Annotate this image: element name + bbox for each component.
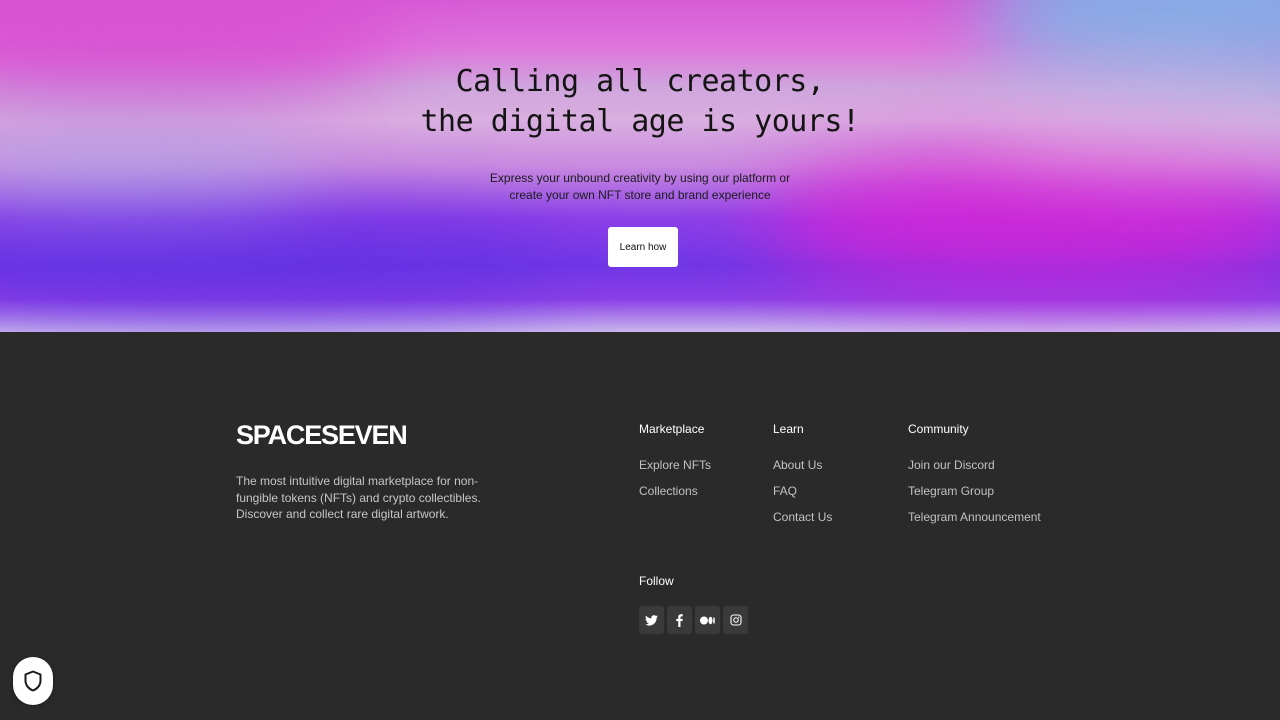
follow-title: Follow [639, 574, 674, 588]
footer-link-collections[interactable]: Collections [639, 484, 711, 498]
footer-column-title: Learn [773, 422, 804, 436]
footer-link-telegram-group[interactable]: Telegram Group [908, 484, 1041, 498]
twitter-icon [645, 614, 658, 626]
facebook-icon [676, 613, 683, 627]
footer-column-title: Community [908, 422, 969, 436]
facebook-link[interactable] [667, 606, 692, 634]
instagram-icon [729, 614, 742, 626]
footer-link-telegram-announcement[interactable]: Telegram Announcement [908, 510, 1041, 524]
footer-column-marketplace: Marketplace Explore NFTs Collections [639, 422, 711, 510]
gradient-blob [0, 210, 560, 320]
learn-how-button[interactable]: Learn how [608, 227, 678, 267]
shield-icon [24, 670, 42, 692]
medium-link[interactable] [695, 606, 720, 634]
hero-section: Calling all creators, the digital age is… [0, 0, 1280, 332]
medium-icon [700, 616, 715, 624]
hero-title-line: the digital age is yours! [420, 104, 860, 139]
brand-logo[interactable]: SPACESEVEN [236, 420, 408, 451]
brand-description: The most intuitive digital marketplace f… [236, 474, 481, 521]
footer-link-contact-us[interactable]: Contact Us [773, 510, 832, 524]
footer-link-about-us[interactable]: About Us [773, 458, 832, 472]
footer-link-discord[interactable]: Join our Discord [908, 458, 1041, 472]
privacy-shield-button[interactable] [13, 657, 53, 705]
footer-link-explore-nfts[interactable]: Explore NFTs [639, 458, 711, 472]
hero-title: Calling all creators, the digital age is… [0, 62, 1280, 142]
twitter-link[interactable] [639, 606, 664, 634]
hero-title-line: Calling all creators, [455, 64, 825, 99]
hero-subtitle-line: Express your unbound creativity by using… [489, 171, 791, 185]
footer-link-faq[interactable]: FAQ [773, 484, 832, 498]
instagram-link[interactable] [723, 606, 748, 634]
footer-column-learn: Learn About Us FAQ Contact Us [773, 422, 832, 536]
footer-column-title: Marketplace [639, 422, 705, 436]
hero-subtitle-line: create your own NFT store and brand expe… [509, 188, 771, 202]
footer-column-community: Community Join our Discord Telegram Grou… [908, 422, 1041, 536]
hero-subtitle: Express your unbound creativity by using… [0, 170, 1280, 204]
